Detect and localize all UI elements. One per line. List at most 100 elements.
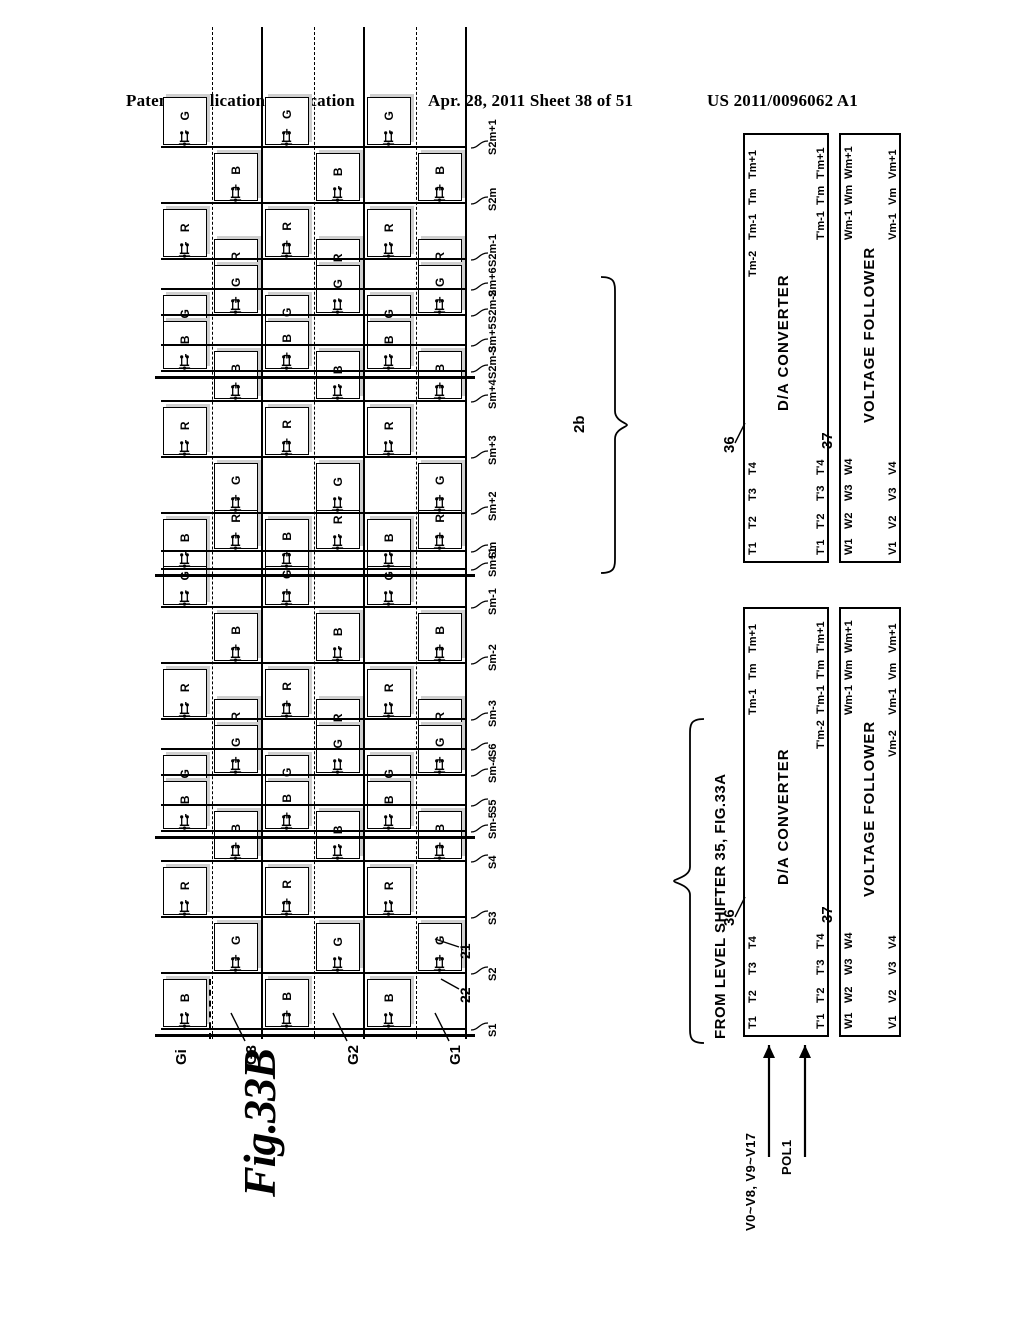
tft-icon bbox=[280, 703, 293, 718]
source-line bbox=[161, 399, 467, 402]
tft-icon bbox=[382, 553, 395, 568]
tft-icon bbox=[433, 385, 446, 400]
gate-G1-leader bbox=[434, 1012, 450, 1042]
tft-icon bbox=[229, 535, 242, 550]
source-line bbox=[161, 257, 467, 260]
pin-Vm-1-b: Vm-1 bbox=[887, 213, 899, 240]
tft-icon bbox=[433, 497, 446, 512]
tft-icon bbox=[178, 901, 191, 916]
source-line-leader bbox=[470, 656, 489, 665]
pin-Tp4-a: T'4 bbox=[815, 933, 827, 949]
tft-icon bbox=[178, 591, 191, 606]
pin-Wm-1-a: Wm-1 bbox=[843, 685, 855, 715]
pin-Tm-a: Tm bbox=[747, 663, 759, 681]
pin-T1-b: T1 bbox=[747, 542, 759, 555]
pin-Wm-1-b: Wm-1 bbox=[843, 210, 855, 240]
pin-Tpm-a: T'm bbox=[815, 659, 827, 679]
source-line-leader bbox=[470, 364, 489, 373]
gate-line bbox=[465, 27, 468, 1039]
dac-ref-b-leader bbox=[734, 422, 746, 444]
tft-icon bbox=[229, 957, 242, 972]
block-separator bbox=[155, 836, 475, 839]
gate-label-G2: G2 bbox=[345, 1044, 362, 1065]
source-line-leader bbox=[470, 562, 489, 571]
block-separator bbox=[155, 1034, 475, 1037]
pin-V2-b: V2 bbox=[887, 515, 899, 529]
pin-V3-b: V3 bbox=[887, 487, 899, 501]
source-line-leader bbox=[470, 768, 489, 777]
source-line-leader bbox=[470, 394, 489, 403]
source-line bbox=[161, 145, 467, 148]
pin-Tm-2-b: Tm-2 bbox=[747, 250, 759, 277]
tft-icon bbox=[280, 591, 293, 606]
tft-icon bbox=[433, 845, 446, 860]
pin-Tpm1-a: T'm+1 bbox=[815, 621, 827, 653]
tft-icon bbox=[382, 1013, 395, 1028]
dac-ref-a-leader bbox=[734, 896, 746, 918]
pin-Tp4-b: T'4 bbox=[815, 459, 827, 475]
tft-icon bbox=[331, 535, 344, 550]
tft-icon bbox=[280, 441, 293, 456]
tft-icon bbox=[178, 815, 191, 830]
pin-Vm-b: Vm bbox=[887, 187, 899, 205]
pin-T2-b: T2 bbox=[747, 516, 759, 529]
pin-Tm1-b: Tm+1 bbox=[747, 149, 759, 179]
pin-Tpm-1-a: T'm-1 bbox=[815, 685, 827, 714]
gate-label-G3-wrap: G3 bbox=[243, 1045, 261, 1065]
tft-icon bbox=[382, 901, 395, 916]
source-line-leader bbox=[470, 140, 489, 149]
storage-line bbox=[314, 27, 315, 1039]
source-note-brace bbox=[673, 718, 705, 1044]
pin-Tp3-b: T'3 bbox=[815, 485, 827, 501]
source-line bbox=[161, 343, 467, 346]
pin-Vm-1-a: Vm-1 bbox=[887, 688, 899, 715]
source-line-leader bbox=[470, 712, 489, 721]
tft-icon bbox=[178, 355, 191, 370]
tft-icon bbox=[331, 845, 344, 860]
source-line bbox=[161, 859, 467, 862]
tft-icon bbox=[382, 591, 395, 606]
tft-icon bbox=[229, 845, 242, 860]
source-line-leader bbox=[470, 308, 489, 317]
pin-Tm-b: Tm bbox=[747, 188, 759, 206]
pin-Vm1-b: Vm+1 bbox=[887, 149, 899, 179]
tft-icon bbox=[229, 299, 242, 314]
figure-title: Fig.33B bbox=[234, 1049, 285, 1197]
pin-T4-b: T4 bbox=[747, 462, 759, 475]
source-line bbox=[161, 511, 467, 514]
source-line bbox=[161, 287, 467, 290]
pin-T1-a: T1 bbox=[747, 1016, 759, 1029]
pin-W1-a: W1 bbox=[843, 1012, 855, 1030]
tft-icon bbox=[331, 957, 344, 972]
source-line bbox=[161, 661, 467, 664]
block-separator bbox=[155, 376, 475, 379]
pin-W2-b: W2 bbox=[843, 512, 855, 530]
pin-Tpm-b: T'm bbox=[815, 185, 827, 205]
tft-icon bbox=[433, 187, 446, 202]
pin-V4-a: V4 bbox=[887, 935, 899, 949]
pin-W3-a: W3 bbox=[843, 958, 855, 976]
input-pol-label: POL1 bbox=[779, 1139, 794, 1175]
tft-icon bbox=[229, 385, 242, 400]
gate-label-G3: G3 bbox=[243, 1044, 260, 1065]
pin-T3-b: T3 bbox=[747, 488, 759, 501]
panel-2b-brace bbox=[600, 276, 628, 574]
pin-W4-a: W4 bbox=[843, 932, 855, 950]
pin-Tpm-1-b: T'm-1 bbox=[815, 211, 827, 240]
pin-Tm1-a: Tm+1 bbox=[747, 623, 759, 653]
tft-icon bbox=[382, 131, 395, 146]
pin-V1-a: V1 bbox=[887, 1015, 899, 1029]
tft-icon bbox=[280, 243, 293, 258]
block-separator bbox=[155, 574, 475, 577]
source-line-leader bbox=[470, 824, 489, 833]
source-line bbox=[161, 313, 467, 316]
figure-canvas: Fig.33B FROM LEVEL SHIFTER 35, FIG.33A D… bbox=[0, 0, 1024, 1320]
pin-T2-a: T2 bbox=[747, 990, 759, 1003]
tft-icon bbox=[382, 355, 395, 370]
pin-Wm-a: Wm bbox=[843, 659, 855, 680]
tft-icon bbox=[229, 647, 242, 662]
tft-icon bbox=[178, 1013, 191, 1028]
source-note: FROM LEVEL SHIFTER 35, FIG.33A bbox=[712, 773, 729, 1039]
source-line bbox=[161, 455, 467, 458]
tft-icon bbox=[229, 187, 242, 202]
